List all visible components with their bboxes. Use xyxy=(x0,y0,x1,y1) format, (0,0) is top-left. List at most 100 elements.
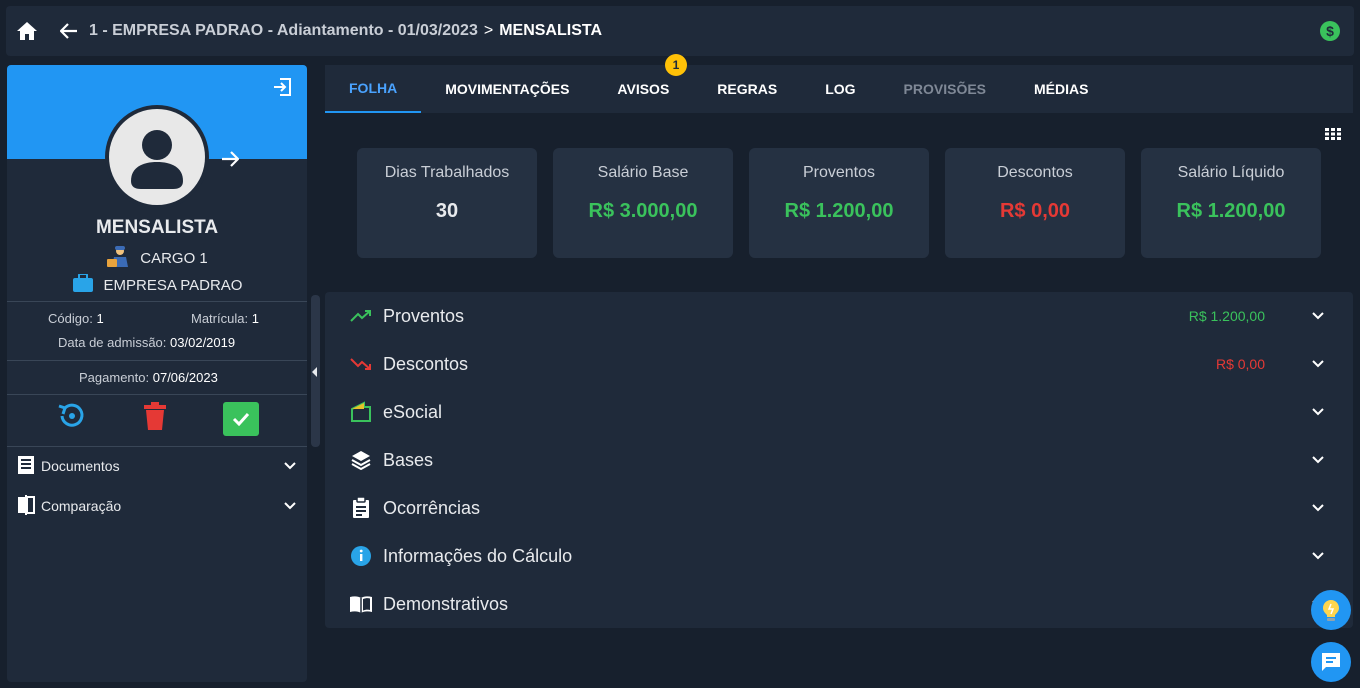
confirm-button[interactable] xyxy=(222,401,259,436)
section-label: Ocorrências xyxy=(383,497,481,518)
sidebar-item-label: Documentos xyxy=(41,458,120,474)
check-icon xyxy=(232,412,249,426)
divider xyxy=(7,360,307,361)
breadcrumb-separator: > xyxy=(483,22,494,39)
admissao-value: 03/02/2019 xyxy=(170,335,236,350)
employee-cargo: CARGO 1 xyxy=(7,245,307,271)
card-dias-trabalhados: Dias Trabalhados 30 xyxy=(357,148,537,258)
section-value: R$ 1.200,00 xyxy=(1188,308,1265,324)
section-label: eSocial xyxy=(383,401,443,422)
section-demonstrativos[interactable]: Demonstrativos xyxy=(325,580,1353,628)
trending-down-icon xyxy=(349,352,373,376)
card-value: R$ 1.200,00 xyxy=(784,200,894,222)
card-title: Descontos xyxy=(997,164,1073,181)
card-title: Salário Líquido xyxy=(1177,164,1285,181)
cargo-label: CARGO 1 xyxy=(140,249,208,267)
person-icon xyxy=(109,109,205,205)
section-bases[interactable]: Bases xyxy=(325,436,1353,484)
company-label: EMPRESA PADRAO xyxy=(103,276,243,294)
codigo-info: Código: 1 xyxy=(48,311,104,326)
tab-log[interactable]: LOG xyxy=(801,65,879,113)
divider xyxy=(7,446,307,447)
action-bar xyxy=(7,401,307,436)
codigo-label: Código: xyxy=(48,311,93,326)
sidebar-item-documentos[interactable]: Documentos xyxy=(17,454,297,478)
card-salario-base: Salário Base R$ 3.000,00 xyxy=(553,148,733,258)
section-ocorrencias[interactable]: Ocorrências xyxy=(325,484,1353,532)
arrow-right-icon[interactable] xyxy=(221,151,240,172)
section-label: Bases xyxy=(383,449,434,470)
card-title: Dias Trabalhados xyxy=(384,164,510,181)
section-value: R$ 0,00 xyxy=(1215,356,1265,372)
logout-icon[interactable] xyxy=(273,77,293,102)
collapse-left-icon[interactable] xyxy=(312,367,317,377)
tab-medias[interactable]: MÉDIAS xyxy=(1010,65,1112,113)
employee-name: MENSALISTA xyxy=(95,217,219,238)
section-informacoes-calculo[interactable]: Informações do Cálculo xyxy=(325,532,1353,580)
home-icon[interactable] xyxy=(15,19,39,43)
layers-icon xyxy=(349,448,373,472)
avatar xyxy=(105,105,209,209)
section-label: Proventos xyxy=(383,305,465,326)
matricula-value: 1 xyxy=(251,311,259,326)
sidebar-item-comparacao[interactable]: Comparação xyxy=(17,494,297,518)
chat-icon xyxy=(1322,653,1340,671)
section-proventos[interactable]: Proventos R$ 1.200,00 xyxy=(325,292,1353,340)
card-value: 30 xyxy=(435,200,459,222)
tab-movimentacoes[interactable]: MOVIMENTAÇÕES xyxy=(421,65,593,113)
document-list-icon xyxy=(17,455,35,478)
breadcrumb-link[interactable]: 1 - EMPRESA PADRAO - Adiantamento - 01/0… xyxy=(89,22,478,40)
tips-button[interactable] xyxy=(1311,590,1351,630)
divider xyxy=(7,301,307,302)
info-icon xyxy=(349,544,373,568)
chevron-down-icon xyxy=(1311,356,1325,374)
employee-sidebar: MENSALISTA CARGO 1 EMPRESA PADRAO Código… xyxy=(7,65,307,682)
card-descontos: Descontos R$ 0,00 xyxy=(945,148,1125,258)
employee-company: EMPRESA PADRAO xyxy=(7,273,307,296)
chevron-down-icon xyxy=(283,458,297,474)
card-value: R$ 1.200,00 xyxy=(1176,200,1286,222)
chevron-down-icon xyxy=(283,498,297,514)
matricula-info: Matrícula: 1 xyxy=(191,311,259,326)
trending-up-icon xyxy=(349,304,373,328)
esocial-icon xyxy=(349,400,373,424)
tab-regras[interactable]: REGRAS xyxy=(693,65,801,113)
book-icon xyxy=(349,592,373,616)
breadcrumb-current: MENSALISTA xyxy=(499,22,602,39)
worker-icon xyxy=(106,245,132,271)
grid-view-icon[interactable] xyxy=(1325,127,1341,145)
card-salario-liquido: Salário Líquido R$ 1.200,00 xyxy=(1141,148,1321,258)
chevron-down-icon xyxy=(1311,308,1325,326)
pagamento-info: Pagamento: 07/06/2023 xyxy=(79,370,218,385)
card-proventos: Proventos R$ 1.200,00 xyxy=(749,148,929,258)
chevron-down-icon xyxy=(1311,500,1325,518)
money-icon[interactable]: $ xyxy=(1320,21,1340,41)
section-descontos[interactable]: Descontos R$ 0,00 xyxy=(325,340,1353,388)
section-label: Informações do Cálculo xyxy=(383,545,573,566)
tab-folha[interactable]: FOLHA xyxy=(325,65,422,113)
divider xyxy=(7,394,307,395)
matricula-label: Matrícula: xyxy=(191,311,249,326)
card-value: R$ 3.000,00 xyxy=(588,200,698,222)
pagamento-label: Pagamento: xyxy=(79,370,150,385)
briefcase-icon xyxy=(72,273,94,296)
delete-icon[interactable] xyxy=(143,402,166,435)
card-title: Proventos xyxy=(802,164,876,181)
card-value: R$ 0,00 xyxy=(999,200,1071,222)
chevron-down-icon xyxy=(1311,548,1325,566)
section-esocial[interactable]: eSocial xyxy=(325,388,1353,436)
clipboard-icon xyxy=(349,496,373,520)
arrow-left-icon[interactable] xyxy=(57,19,81,43)
admissao-label: Data de admissão: xyxy=(58,335,167,350)
recalculate-icon[interactable] xyxy=(55,401,87,436)
compare-icon xyxy=(17,494,35,518)
section-label: Demonstrativos xyxy=(383,593,509,614)
tab-bar: FOLHA MOVIMENTAÇÕES AVISOS REGRAS LOG PR… xyxy=(325,65,1353,113)
pagamento-value: 07/06/2023 xyxy=(152,370,218,385)
top-bar: 1 - EMPRESA PADRAO - Adiantamento - 01/0… xyxy=(6,6,1354,56)
admissao-info: Data de admissão: 03/02/2019 xyxy=(58,335,235,350)
chat-button[interactable] xyxy=(1311,642,1351,682)
codigo-value: 1 xyxy=(96,311,104,326)
tab-provisoes: PROVISÕES xyxy=(903,81,987,97)
card-title: Salário Base xyxy=(597,164,689,181)
